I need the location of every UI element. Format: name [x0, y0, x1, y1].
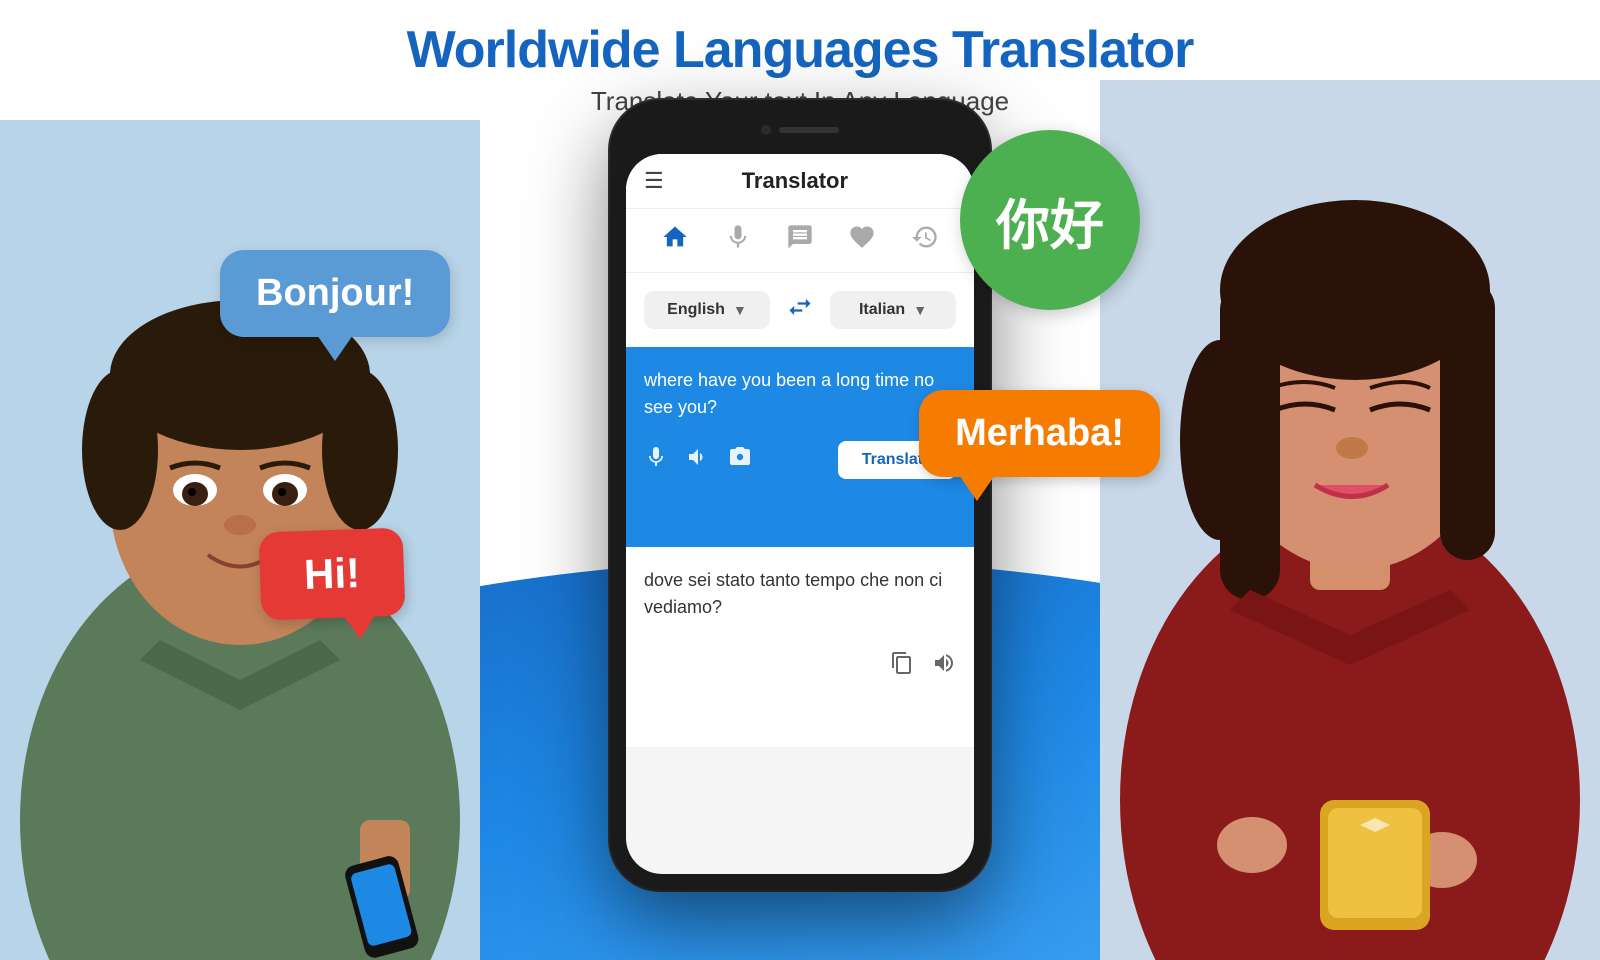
main-title: Worldwide Languages Translator — [0, 20, 1600, 80]
person-left — [0, 120, 480, 960]
bottom-nav — [626, 209, 974, 273]
target-language-label: Italian — [859, 301, 905, 319]
nihao-text: 你好 — [996, 181, 1104, 260]
phone-mockup: ☰ Translator — [610, 100, 990, 890]
camera-dot — [761, 125, 771, 135]
input-actions: Translate — [644, 441, 956, 479]
output-area: dove sei stato tanto tempo che non ci ve… — [626, 547, 974, 747]
app-topbar: ☰ Translator — [626, 154, 974, 209]
person-left-svg — [0, 120, 480, 960]
menu-icon[interactable]: ☰ — [644, 168, 664, 194]
merhaba-text: Merhaba! — [955, 412, 1124, 454]
target-language-button[interactable]: Italian ▼ — [830, 291, 956, 329]
nav-history[interactable] — [901, 219, 949, 262]
target-language-chevron: ▼ — [913, 302, 927, 318]
input-mic-icon[interactable] — [644, 445, 668, 475]
output-actions — [644, 651, 956, 681]
input-camera-icon[interactable] — [728, 445, 752, 475]
nav-chat[interactable] — [776, 219, 824, 262]
nav-favorite[interactable] — [838, 219, 886, 262]
output-volume-icon[interactable] — [932, 651, 956, 681]
nav-mic[interactable] — [714, 219, 762, 262]
source-language-button[interactable]: English ▼ — [644, 291, 770, 329]
phone-notch — [720, 116, 880, 144]
speaker-bar — [779, 127, 839, 133]
hi-text: Hi! — [303, 549, 361, 598]
source-language-label: English — [667, 301, 725, 319]
phone-screen: ☰ Translator — [626, 154, 974, 874]
source-language-chevron: ▼ — [733, 302, 747, 318]
app-name: Translator — [680, 168, 910, 194]
output-text: dove sei stato tanto tempo che non ci ve… — [644, 567, 956, 621]
person-right — [1100, 80, 1600, 960]
phone-frame: ☰ Translator — [610, 100, 990, 890]
person-right-svg — [1100, 80, 1600, 960]
bubble-hi: Hi! — [259, 528, 406, 621]
input-icon-group — [644, 445, 752, 475]
bubble-merhaba: Merhaba! — [919, 390, 1160, 477]
bubble-nihao: 你好 — [960, 130, 1140, 310]
nav-home[interactable] — [651, 219, 699, 262]
swap-languages-button[interactable] — [780, 287, 820, 333]
bonjour-text: Bonjour! — [256, 272, 414, 314]
bubble-bonjour: Bonjour! — [220, 250, 450, 337]
output-copy-icon[interactable] — [890, 651, 914, 681]
language-selector-row: English ▼ Italian ▼ — [626, 273, 974, 347]
input-volume-icon[interactable] — [686, 445, 710, 475]
input-text: where have you been a long time no see y… — [644, 367, 956, 421]
